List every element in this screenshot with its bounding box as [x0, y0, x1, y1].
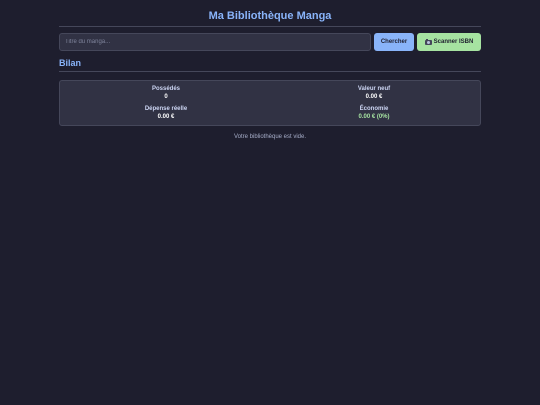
scan-isbn-button[interactable]: Scanner ISBN	[417, 33, 481, 51]
app-root: Ma Bibliothèque Manga Chercher Scanner I…	[0, 0, 540, 405]
search-input[interactable]	[59, 33, 371, 51]
summary-divider	[59, 71, 481, 72]
stat-owned-label: Possédés	[151, 86, 181, 92]
stat-real-spend-value: 0.00 €	[157, 114, 175, 120]
stat-owned: Possédés 0	[96, 85, 236, 101]
stat-savings-label: Économie	[359, 106, 389, 112]
stat-savings: Économie 0.00 € (0%)	[304, 105, 444, 121]
stat-new-value-value: 0.00 €	[365, 94, 383, 100]
empty-library-message: Votre bibliothèque est vide.	[233, 134, 307, 140]
scan-isbn-button-label: Scanner ISBN	[433, 39, 474, 45]
search-button[interactable]: Chercher	[374, 33, 414, 51]
stat-owned-value: 0	[164, 94, 168, 100]
search-button-label: Chercher	[380, 39, 408, 45]
title-divider	[59, 26, 481, 27]
summary-title: Bilan	[59, 58, 82, 68]
stat-savings-value: 0.00 € (0%)	[358, 114, 390, 120]
stat-new-value: Valeur neuf 0.00 €	[304, 85, 444, 101]
summary-card: Possédés 0 Valeur neuf 0.00 € Dépense ré…	[59, 80, 481, 126]
stat-new-value-label: Valeur neuf	[357, 86, 391, 92]
camera-icon	[424, 38, 432, 45]
stat-real-spend-label: Dépense réelle	[144, 106, 188, 112]
stat-real-spend: Dépense réelle 0.00 €	[96, 105, 236, 121]
page-title: Ma Bibliothèque Manga	[208, 10, 332, 22]
